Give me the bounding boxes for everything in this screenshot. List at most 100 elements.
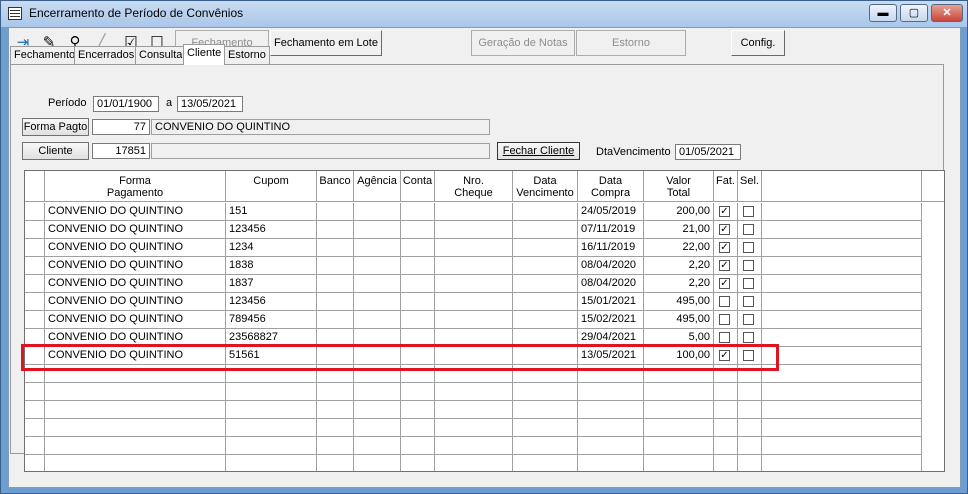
cell-empty: [401, 419, 435, 437]
fechamento-lote-button[interactable]: Fechamento em Lote: [270, 30, 382, 56]
cell-empty: [317, 455, 354, 471]
config-button[interactable]: Config.: [731, 30, 785, 56]
cell-empty: [317, 437, 354, 455]
highlight-box: [21, 344, 779, 371]
geracao-notas-button[interactable]: Geração de Notas: [471, 30, 575, 56]
table-row[interactable]: [25, 455, 944, 471]
forma-pagto-code-input[interactable]: 77: [92, 119, 150, 135]
table-row[interactable]: CONVENIO DO QUINTINO 789456 15/02/2021 495,…: [25, 311, 944, 329]
table-row[interactable]: CONVENIO DO QUINTINO 151 24/05/2019 200,00 ✓: [25, 203, 944, 221]
cell-empty: [435, 437, 513, 455]
cell-empty: [317, 275, 354, 293]
sel-checkbox[interactable]: [743, 332, 754, 343]
cell-empty[interactable]: [714, 437, 738, 455]
tab-consulta[interactable]: Consulta: [135, 46, 187, 65]
cliente-code-input[interactable]: 17851: [92, 143, 150, 159]
cell-sel[interactable]: [738, 203, 762, 221]
forma-pagto-button[interactable]: Forma Pagto: [22, 118, 89, 136]
sel-checkbox[interactable]: [743, 224, 754, 235]
cell-fat[interactable]: [714, 311, 738, 329]
cell-empty[interactable]: [738, 419, 762, 437]
cell-empty: [25, 293, 45, 311]
sel-checkbox[interactable]: [743, 278, 754, 289]
cell-data_compra: 15/01/2021: [578, 293, 644, 311]
cell-sel[interactable]: [738, 311, 762, 329]
cell-valor: 495,00: [644, 311, 714, 329]
table-row[interactable]: CONVENIO DO QUINTINO 123456 15/01/2021 495,…: [25, 293, 944, 311]
table-row[interactable]: [25, 383, 944, 401]
cell-cupom: 123456: [226, 221, 317, 239]
table-row[interactable]: CONVENIO DO QUINTINO 123456 07/11/2019 21,0…: [25, 221, 944, 239]
cell-forma: CONVENIO DO QUINTINO: [45, 311, 226, 329]
cell-empty[interactable]: [738, 401, 762, 419]
cell-empty: [226, 419, 317, 437]
cell-fat[interactable]: ✓: [714, 257, 738, 275]
cell-empty[interactable]: [738, 383, 762, 401]
table-row[interactable]: [25, 401, 944, 419]
cliente-name-field: [151, 143, 490, 159]
fat-checkbox[interactable]: ✓: [719, 278, 730, 289]
periodo-ate-input[interactable]: 13/05/2021: [177, 96, 243, 112]
table-row[interactable]: [25, 437, 944, 455]
table-row[interactable]: [25, 419, 944, 437]
cell-empty[interactable]: [714, 419, 738, 437]
cell-sel[interactable]: [738, 257, 762, 275]
fat-checkbox[interactable]: ✓: [719, 224, 730, 235]
close-button[interactable]: ✕: [931, 4, 963, 22]
forma-pagto-label: Forma Pagto: [23, 121, 88, 133]
sel-checkbox[interactable]: [743, 314, 754, 325]
cell-empty[interactable]: [738, 455, 762, 471]
cell-sel[interactable]: [738, 293, 762, 311]
cell-empty: [435, 221, 513, 239]
tab-estorno[interactable]: Estorno: [224, 46, 270, 65]
cell-sel[interactable]: [738, 221, 762, 239]
fat-checkbox[interactable]: ✓: [719, 242, 730, 253]
cell-fat[interactable]: ✓: [714, 275, 738, 293]
cell-empty[interactable]: [714, 383, 738, 401]
cliente-button[interactable]: Cliente: [22, 142, 89, 160]
cell-sel[interactable]: [738, 275, 762, 293]
table-row[interactable]: CONVENIO DO QUINTINO 1837 08/04/2020 2,20 ✓: [25, 275, 944, 293]
tab-fechamento[interactable]: Fechamento: [10, 46, 80, 65]
tab-cliente[interactable]: Cliente: [183, 44, 226, 65]
table-row[interactable]: CONVENIO DO QUINTINO 1234 16/11/2019 22,00 ✓: [25, 239, 944, 257]
cell-fat[interactable]: ✓: [714, 221, 738, 239]
cell-fat[interactable]: ✓: [714, 203, 738, 221]
fat-checkbox[interactable]: ✓: [719, 260, 730, 271]
cell-empty: [401, 221, 435, 239]
cell-empty: [762, 455, 922, 471]
cell-empty: [435, 383, 513, 401]
sel-checkbox[interactable]: [743, 260, 754, 271]
cell-empty: [317, 203, 354, 221]
cell-empty: [762, 401, 922, 419]
maximize-button[interactable]: ▢: [900, 4, 928, 22]
estorno-button[interactable]: Estorno: [576, 30, 686, 56]
dta-vencimento-input[interactable]: 01/05/2021: [675, 144, 741, 160]
cell-valor: 495,00: [644, 293, 714, 311]
cell-empty: [401, 257, 435, 275]
fechar-cliente-button[interactable]: Fechar Cliente: [497, 142, 580, 160]
cell-empty[interactable]: [714, 455, 738, 471]
fat-checkbox[interactable]: ✓: [719, 206, 730, 217]
table-row[interactable]: CONVENIO DO QUINTINO 1838 08/04/2020 2,20 ✓: [25, 257, 944, 275]
sel-checkbox[interactable]: [743, 296, 754, 307]
fat-checkbox[interactable]: [719, 332, 730, 343]
cell-sel[interactable]: [738, 239, 762, 257]
cell-empty[interactable]: [738, 437, 762, 455]
sel-checkbox[interactable]: [743, 206, 754, 217]
cell-empty: [45, 383, 226, 401]
cell-empty: [45, 437, 226, 455]
fat-checkbox[interactable]: [719, 314, 730, 325]
minimize-button[interactable]: ▬: [869, 4, 897, 22]
cell-fat[interactable]: [714, 293, 738, 311]
cell-fat[interactable]: ✓: [714, 239, 738, 257]
cell-empty: [25, 419, 45, 437]
cell-empty: [401, 383, 435, 401]
cell-empty: [45, 401, 226, 419]
tab-encerrados[interactable]: Encerrados: [74, 46, 139, 65]
fat-checkbox[interactable]: [719, 296, 730, 307]
cell-empty: [578, 419, 644, 437]
sel-checkbox[interactable]: [743, 242, 754, 253]
cell-empty[interactable]: [714, 401, 738, 419]
periodo-de-input[interactable]: 01/01/1900: [93, 96, 159, 112]
